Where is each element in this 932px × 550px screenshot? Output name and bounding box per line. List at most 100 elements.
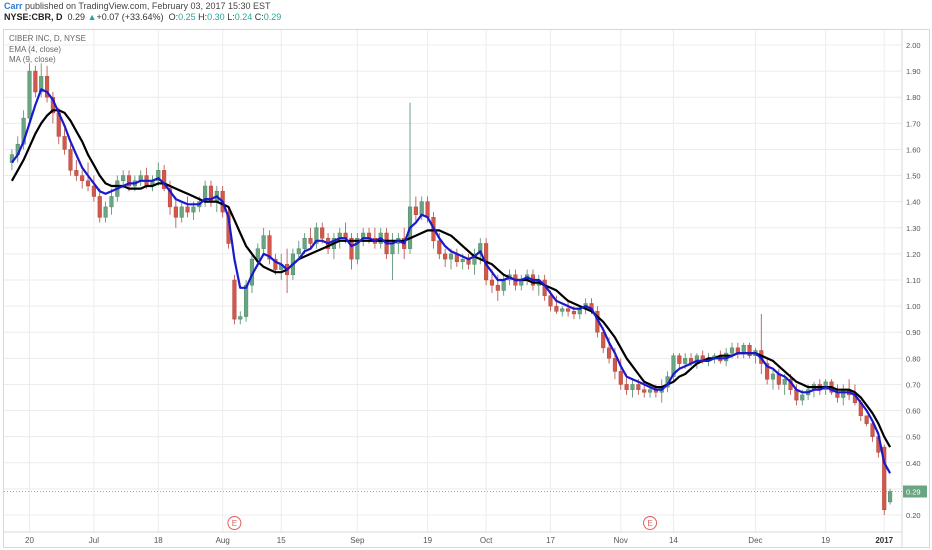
symbol-label: NYSE:CBR, D [4,12,63,22]
candle-body [419,201,424,215]
price-tick-label: 1.10 [906,276,921,285]
time-tick-label: Sep [350,536,365,545]
price-tick-label: 0.80 [906,354,921,363]
time-tick-label: Nov [614,536,628,545]
candle [519,274,524,291]
candle-body [80,175,85,182]
candle [203,180,208,207]
time-tick-label: 17 [546,536,555,545]
candle-body [320,227,325,239]
candle [864,415,869,427]
author-link[interactable]: Carr [4,1,23,11]
candle-body [630,384,635,390]
price-tick-label: 0.40 [906,459,921,468]
time-tick-label: Aug [216,536,230,545]
candle [62,128,67,155]
candle-body [191,206,196,213]
candle [443,248,448,267]
candle-body [636,384,641,390]
last-price: 0.29 [67,12,86,22]
price-tick-label: 1.20 [906,250,921,259]
time-tick-label: Oct [480,536,493,545]
price-chart[interactable]: 2.00 1.90 1.80 1.70 1.60 1.50 1.40 1.30 1.20 1.10… [4,30,929,547]
candle [396,233,401,254]
candle-body [560,308,565,312]
price-tick-label: 0.50 [906,433,921,442]
candle-body [244,284,249,317]
candle [261,227,266,254]
price-tick-label: 0.60 [906,407,921,416]
candle-body [109,196,114,208]
legend-ema[interactable]: EMA (4, close) [9,45,61,54]
time-tick-label: 14 [669,536,678,545]
candle [536,274,541,296]
candle-body [460,258,465,262]
candle [138,170,143,186]
candle-body [261,235,266,249]
candle-body [437,240,442,255]
candle [372,227,377,249]
candle-body [173,206,178,218]
candle [267,230,272,265]
candle [97,188,102,223]
candle-body [741,345,746,354]
price-tick-label: 1.50 [906,172,921,181]
chart-frame[interactable]: 2.00 1.90 1.80 1.70 1.60 1.50 1.40 1.30 1.20 1.10… [3,29,930,548]
candle-body [647,389,653,393]
candle-body [618,371,623,385]
price-tick-label: 2.00 [906,41,921,50]
time-tick-label: Dec [748,536,762,545]
candle-body [390,243,395,255]
candle-body [495,284,500,291]
candle [361,227,366,247]
candle [841,384,846,406]
ohlc-low-label: L: [227,12,235,22]
legend-ma[interactable]: MA (9, close) [9,55,56,64]
symbol-header: NYSE:CBR, D 0.29 ▲+0.07 (+33.64%) O:0.25… [4,12,281,22]
candle [759,313,764,374]
candle [279,253,284,280]
ema-4-line [11,88,892,474]
candle [741,342,746,359]
candle [349,233,354,270]
candle-body [255,248,260,260]
candle-body [68,149,73,171]
candle [770,368,776,390]
candle [185,196,190,218]
legend-symbol: CIBER INC, D, NYSE [9,34,86,43]
candle [835,384,840,403]
candle-body [571,311,577,315]
candle-body [729,347,735,354]
candle-body [232,279,237,320]
candle-body [841,389,846,398]
candle [214,186,219,213]
candle [68,144,73,176]
candle [74,159,79,181]
candle-body [27,70,32,119]
price-change: +0.07 (+33.64%) [96,12,164,22]
candle-body [607,347,612,359]
candle [314,222,319,249]
indicator-lines [10,88,892,474]
candle [753,347,758,364]
candle [765,358,770,385]
earnings-marker: E [643,516,658,530]
price-tick-label: 1.00 [906,302,921,311]
candle-body [302,237,307,249]
candle [91,175,96,202]
candle [80,170,85,189]
candle-body [238,316,243,320]
time-tick-label: 18 [154,536,163,545]
time-tick-label: 2017 [875,536,893,545]
candle-body [677,355,682,364]
price-tick-label: 1.30 [906,224,921,233]
triangle-up-icon: ▲ [87,12,97,22]
published-text: published on TradingView.com, February 0… [22,1,271,11]
earnings-label: E [232,519,237,528]
candle-body [121,175,126,182]
candle [454,248,459,267]
price-tick-label: 1.60 [906,145,921,154]
candle [630,379,635,398]
candle-body [566,308,571,312]
candle-body [179,206,184,218]
